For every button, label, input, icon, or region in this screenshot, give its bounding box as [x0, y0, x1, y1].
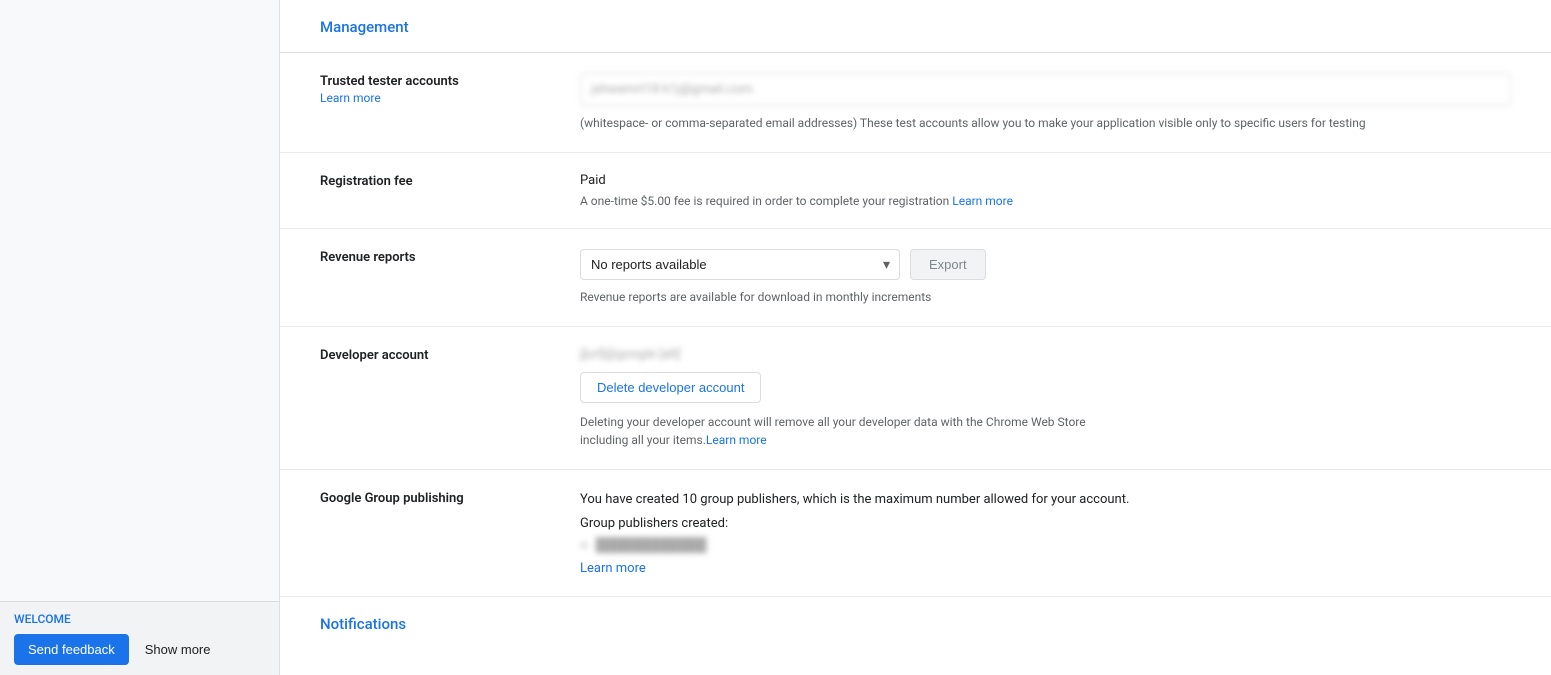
revenue-reports-helper-text: Revenue reports are available for downlo… [580, 288, 1511, 306]
trusted-tester-label: Trusted tester accounts [320, 73, 560, 91]
trusted-tester-helper-text: (whitespace- or comma-separated email ad… [580, 114, 1511, 132]
delete-developer-account-button[interactable]: Delete developer account [580, 372, 761, 403]
registration-fee-label: Registration fee [320, 173, 560, 191]
developer-account-email: j[url]@google [alt] [580, 347, 1511, 362]
revenue-reports-label-col: Revenue reports [320, 249, 580, 267]
welcome-text: WELCOME [14, 612, 265, 626]
developer-account-learn-more[interactable]: Learn more [706, 433, 767, 447]
registration-fee-learn-more[interactable]: Learn more [952, 194, 1013, 208]
registration-fee-info: A one-time $5.00 fee is required in orde… [580, 194, 1511, 208]
delete-warning-text: Deleting your developer account will rem… [580, 413, 1100, 449]
developer-account-label: Developer account [320, 347, 560, 365]
group-pub-main-text: You have created 10 group publishers, wh… [580, 490, 1511, 510]
google-group-publishing-value-col: You have created 10 group publishers, wh… [580, 490, 1511, 576]
google-group-publishing-row: Google Group publishing You have created… [280, 470, 1551, 597]
revenue-reports-value-col: No reports available Export Revenue repo… [580, 249, 1511, 306]
trusted-tester-learn-more[interactable]: Learn more [320, 91, 381, 105]
trusted-tester-label-col: Trusted tester accounts Learn more [320, 73, 580, 106]
settings-table: Trusted tester accounts Learn more jshwe… [280, 53, 1551, 597]
google-group-learn-more[interactable]: Learn more [580, 561, 646, 576]
reports-select-wrapper: No reports available [580, 249, 900, 280]
registration-fee-row: Registration fee Paid A one-time $5.00 f… [280, 153, 1551, 229]
registration-fee-status: Paid [580, 173, 1511, 188]
send-feedback-button[interactable]: Send feedback [14, 634, 129, 665]
developer-account-value-col: j[url]@google [alt] Delete developer acc… [580, 347, 1511, 449]
registration-fee-label-col: Registration fee [320, 173, 580, 191]
group-publishers-list: ████████████ [580, 535, 1511, 555]
show-more-button[interactable]: Show more [137, 634, 219, 665]
trusted-tester-value-col: jshwemrt18 k1j@gmail.com (whitespace- or… [580, 73, 1511, 132]
revenue-reports-label: Revenue reports [320, 249, 560, 267]
management-heading: Management [280, 0, 1551, 53]
revenue-reports-row: Revenue reports No reports available Exp… [280, 229, 1551, 327]
registration-fee-value-col: Paid A one-time $5.00 fee is required in… [580, 173, 1511, 208]
notifications-heading: Notifications [280, 597, 1551, 633]
group-pub-sub-text: Group publishers created: [580, 516, 1511, 531]
delete-warning-main: Deleting your developer account will rem… [580, 415, 1086, 447]
trusted-tester-email-display: jshwemrt18 k1j@gmail.com [580, 73, 1511, 106]
revenue-controls: No reports available Export [580, 249, 1511, 280]
developer-account-row: Developer account j[url]@google [alt] De… [280, 327, 1551, 470]
trusted-tester-row: Trusted tester accounts Learn more jshwe… [280, 53, 1551, 153]
main-content: Management Trusted tester accounts Learn… [280, 0, 1551, 675]
registration-fee-info-text: A one-time $5.00 fee is required in orde… [580, 194, 949, 208]
group-list-item: ████████████ [580, 535, 1511, 555]
reports-select[interactable]: No reports available [580, 249, 900, 280]
export-button[interactable]: Export [910, 249, 986, 280]
sidebar: WELCOME Send feedback Show more [0, 0, 280, 675]
developer-account-label-col: Developer account [320, 347, 580, 365]
google-group-publishing-label: Google Group publishing [320, 490, 560, 508]
welcome-banner: WELCOME Send feedback Show more [0, 601, 279, 675]
google-group-publishing-label-col: Google Group publishing [320, 490, 580, 508]
